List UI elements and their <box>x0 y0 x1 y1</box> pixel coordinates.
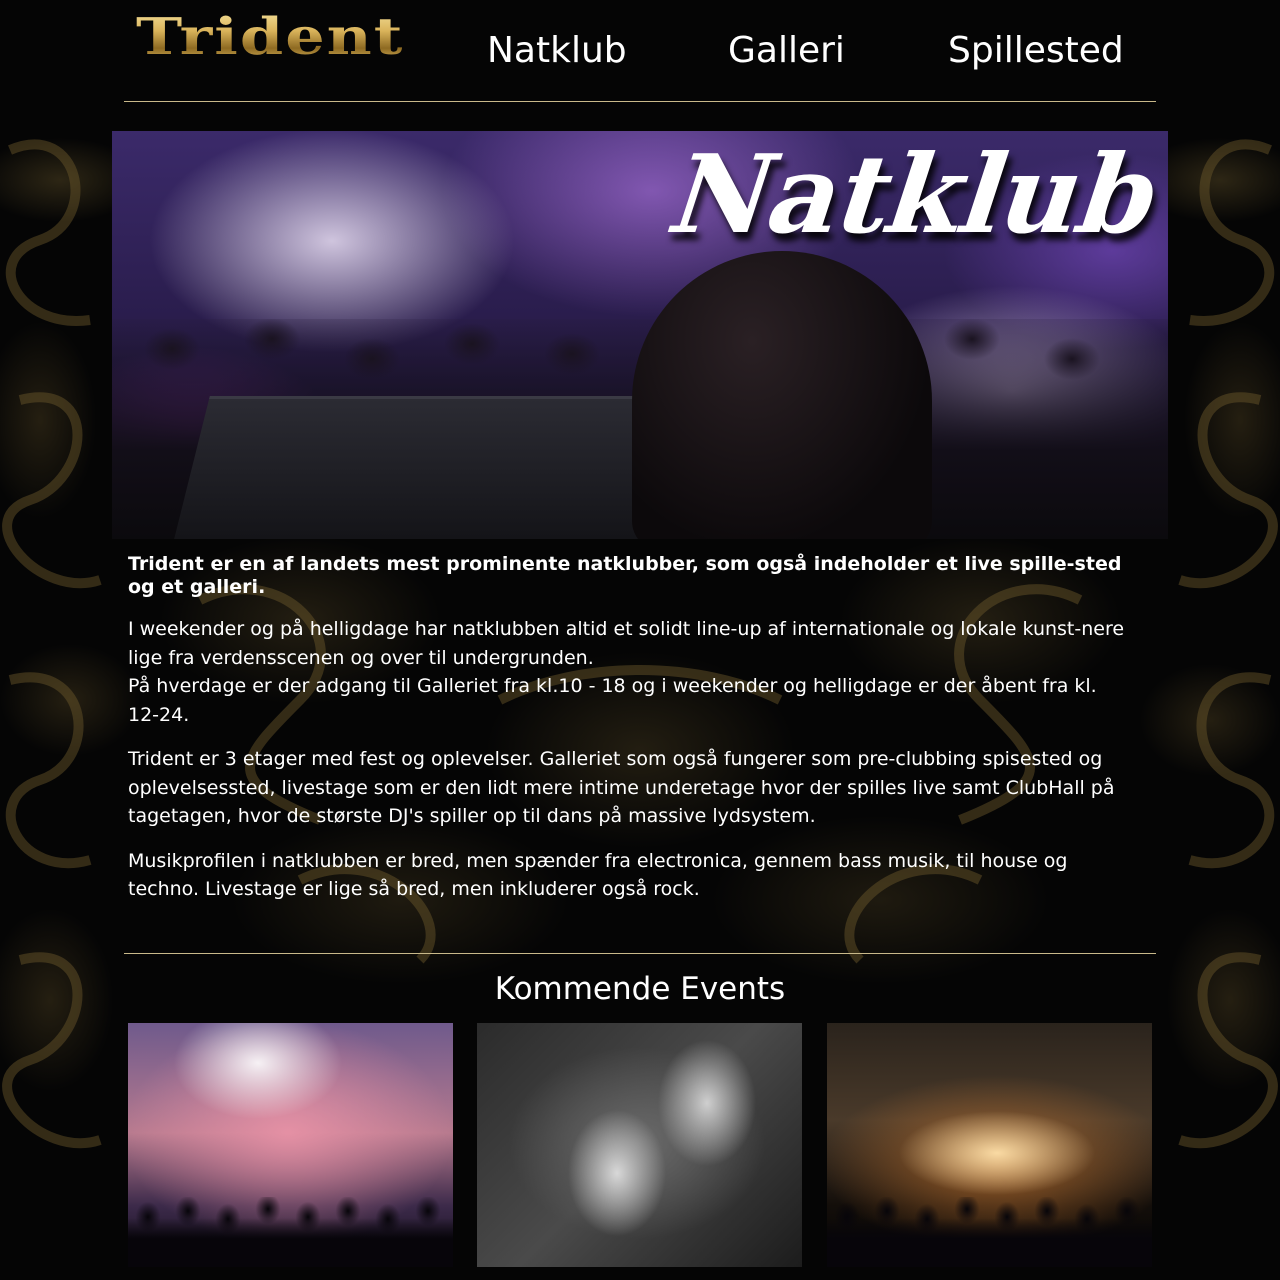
hero-title: Natklub <box>654 132 1168 258</box>
intro-paragraph-3: Musikprofilen i natklubben er bred, men … <box>128 849 1068 901</box>
event-card-concert[interactable] <box>827 1023 1152 1267</box>
intro-lead: Trident er en af landets mest prominente… <box>128 553 1122 598</box>
event-crowd-silhouette <box>827 1197 1152 1267</box>
hero-banner: Natklub <box>112 131 1168 539</box>
intro-paragraph-1-line-2: På hverdage er der adgang til Galleriet … <box>128 675 1097 726</box>
site-header: Trident Natklub Galleri Spillested <box>124 0 1156 102</box>
trident-logo[interactable]: Trident <box>136 8 404 65</box>
nav-link-spillested[interactable]: Spillested <box>948 28 1124 74</box>
intro-paragraph-1-line-1: I weekender og på helligdage har natklub… <box>128 618 1125 669</box>
event-crowd-silhouette <box>128 1197 453 1267</box>
section-divider <box>124 953 1156 954</box>
nav-link-galleri[interactable]: Galleri <box>728 28 845 74</box>
hero-dj-image <box>632 251 932 539</box>
nav-link-natklub[interactable]: Natklub <box>487 28 627 74</box>
event-card-gallery[interactable] <box>477 1023 802 1267</box>
intro-paragraph-2: Trident er 3 etager med fest og oplevels… <box>128 748 1115 827</box>
intro-content: Trident er en af landets mest prominente… <box>128 553 1128 920</box>
intro-paragraph-1: I weekender og på helligdage har natklub… <box>128 615 1128 729</box>
event-card-club[interactable] <box>128 1023 453 1267</box>
page-container: Trident Natklub Galleri Spillested Natkl… <box>112 0 1168 1280</box>
events-heading: Kommende Events <box>494 971 786 1007</box>
